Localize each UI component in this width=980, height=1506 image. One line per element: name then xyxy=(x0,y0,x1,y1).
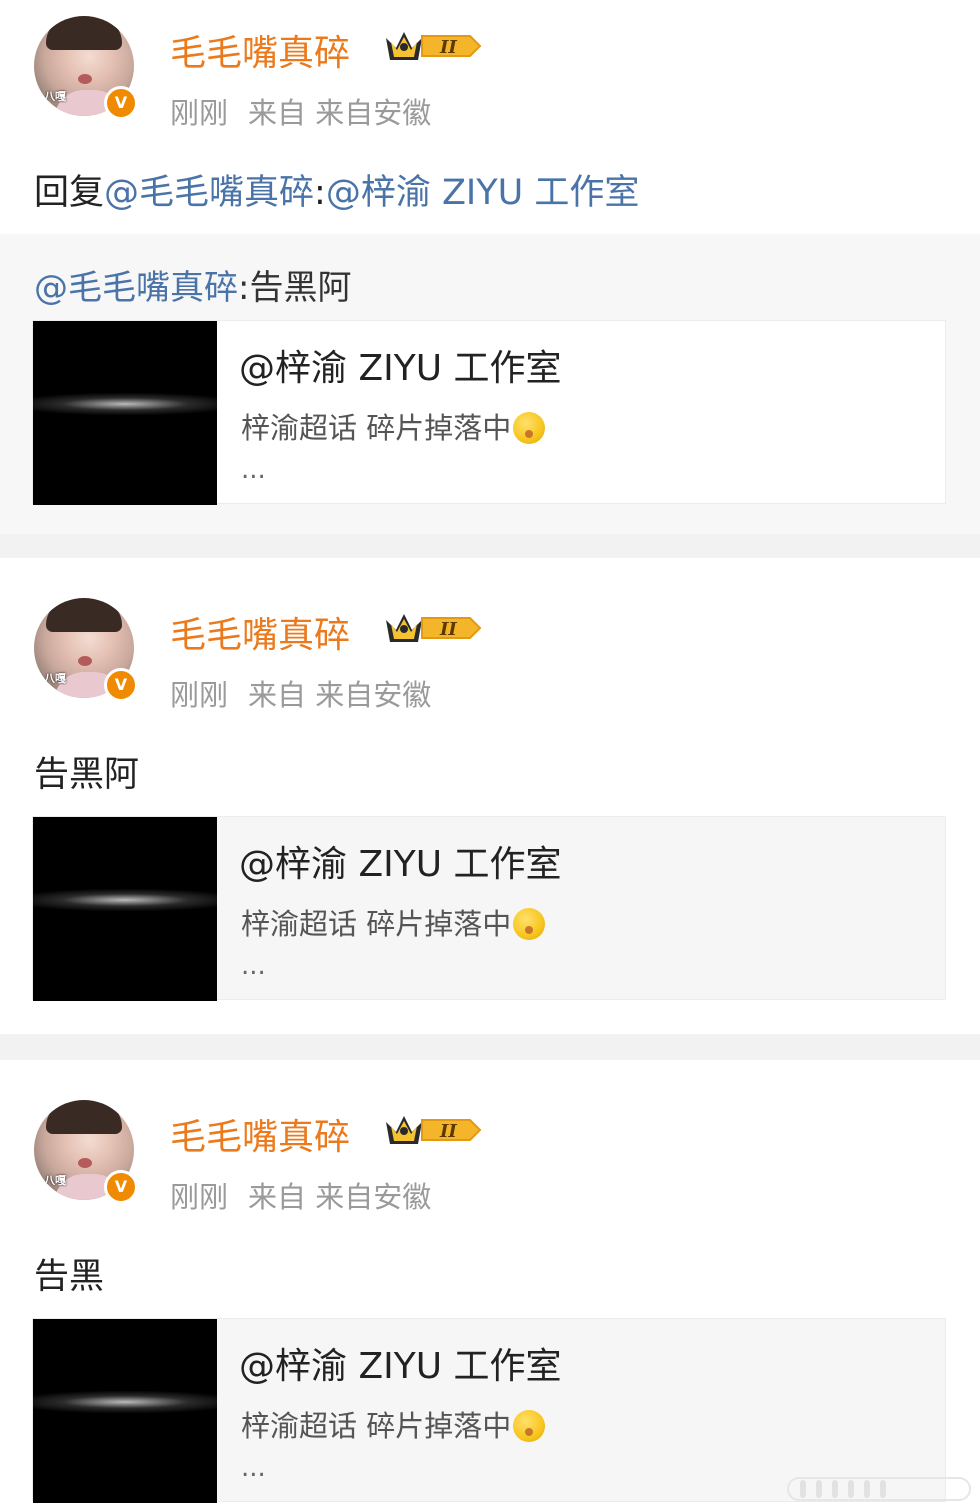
card-more: ... xyxy=(241,1453,266,1483)
card-title: @梓渝 ZIYU 工作室 xyxy=(239,1346,562,1387)
post-2: 八嘎 V 毛毛嘴真碎 II 刚刚 来自 来自安徽 告黑阿 @梓渝 ZIYU 工作室… xyxy=(0,558,980,1034)
shush-emoji-icon xyxy=(513,412,546,444)
post-separator xyxy=(0,1034,980,1060)
username[interactable]: 毛毛嘴真碎 xyxy=(170,606,350,658)
avatar-caption: 八嘎 xyxy=(44,672,66,685)
quoted-post[interactable]: @毛毛嘴真碎:告黑阿 @梓渝 ZIYU 工作室 梓渝超话 碎片掉落中 ... xyxy=(0,234,980,534)
card-title: @梓渝 ZIYU 工作室 xyxy=(239,844,562,885)
mention-link[interactable]: @毛毛嘴真碎 xyxy=(104,173,314,213)
link-card[interactable]: @梓渝 ZIYU 工作室 梓渝超话 碎片掉落中 ... xyxy=(32,320,946,505)
svg-text:II: II xyxy=(439,37,457,58)
quote-text: @毛毛嘴真碎:告黑阿 xyxy=(34,260,351,309)
card-more: ... xyxy=(241,455,266,485)
post-source: 来自 来自安徽 xyxy=(248,678,432,712)
mention-link[interactable]: @梓渝 ZIYU 工作室 xyxy=(326,173,640,213)
verified-icon: V xyxy=(104,668,138,702)
link-card[interactable]: @梓渝 ZIYU 工作室 梓渝超话 碎片掉落中 ... xyxy=(32,816,946,1001)
reply-colon: : xyxy=(314,173,326,213)
shush-emoji-icon xyxy=(513,908,546,940)
post-text: 告黑阿 xyxy=(34,755,140,795)
post-source: 来自 来自安徽 xyxy=(248,1180,432,1214)
verified-icon: V xyxy=(104,86,138,120)
verified-icon: V xyxy=(104,1170,138,1204)
post-time: 刚刚 xyxy=(170,678,229,712)
avatar[interactable]: 八嘎 V xyxy=(34,1100,138,1204)
avatar-caption: 八嘎 xyxy=(44,90,66,103)
post-meta: 刚刚 来自 来自安徽 xyxy=(170,90,431,132)
crown-icon: II xyxy=(386,614,482,642)
link-card[interactable]: @梓渝 ZIYU 工作室 梓渝超话 碎片掉落中 ... xyxy=(32,1318,946,1503)
post-1: 八嘎 V 毛毛嘴真碎 II 刚刚 来自 来自安徽 回复@毛毛嘴真碎:@梓渝 ZIY… xyxy=(0,0,980,534)
avatar[interactable]: 八嘎 V xyxy=(34,598,138,702)
card-more: ... xyxy=(241,951,266,981)
crown-icon: II xyxy=(386,1116,482,1144)
card-description: 梓渝超话 碎片掉落中 xyxy=(241,901,546,943)
reply-prefix: 回复 xyxy=(34,173,105,213)
post-text: 告黑 xyxy=(34,1257,105,1297)
quote-content: :告黑阿 xyxy=(238,268,352,308)
post-text: 回复@毛毛嘴真碎:@梓渝 ZIYU 工作室 xyxy=(34,164,639,215)
svg-text:II: II xyxy=(439,619,457,640)
video-thumbnail xyxy=(33,321,217,505)
avatar[interactable]: 八嘎 V xyxy=(34,16,138,120)
card-title: @梓渝 ZIYU 工作室 xyxy=(239,348,562,389)
post-source: 来自 来自安徽 xyxy=(248,96,432,130)
mention-link[interactable]: @毛毛嘴真碎 xyxy=(34,268,238,308)
post-time: 刚刚 xyxy=(170,96,229,130)
video-thumbnail xyxy=(33,817,217,1001)
scroll-indicator-icon xyxy=(787,1477,971,1501)
avatar-caption: 八嘎 xyxy=(44,1174,66,1187)
video-thumbnail xyxy=(33,1319,217,1503)
svg-text:II: II xyxy=(439,1121,457,1142)
card-description: 梓渝超话 碎片掉落中 xyxy=(241,1403,546,1445)
card-description: 梓渝超话 碎片掉落中 xyxy=(241,405,546,447)
post-separator xyxy=(0,534,980,558)
crown-icon: II xyxy=(386,32,482,60)
post-meta: 刚刚 来自 来自安徽 xyxy=(170,1174,431,1216)
post-meta: 刚刚 来自 来自安徽 xyxy=(170,672,431,714)
username[interactable]: 毛毛嘴真碎 xyxy=(170,1108,350,1160)
post-3: 八嘎 V 毛毛嘴真碎 II 刚刚 来自 来自安徽 告黑 @梓渝 ZIYU 工作室 … xyxy=(0,1060,980,1506)
username[interactable]: 毛毛嘴真碎 xyxy=(170,24,350,76)
post-time: 刚刚 xyxy=(170,1180,229,1214)
shush-emoji-icon xyxy=(513,1410,546,1442)
